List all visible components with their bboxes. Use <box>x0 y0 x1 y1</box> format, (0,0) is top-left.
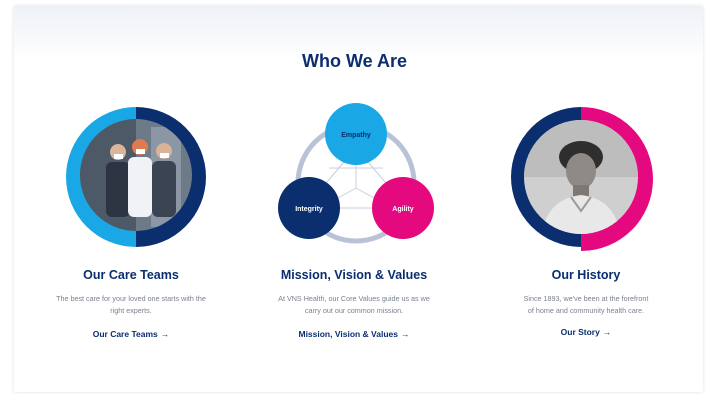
mission-link[interactable]: Mission, Vision & Values → <box>249 329 459 339</box>
integrity-value: Integrity <box>278 177 340 239</box>
mission-heading: Mission, Vision & Values <box>280 268 428 282</box>
history-description: Since 1893, we've been at the forefront … <box>523 294 649 315</box>
history-heading: Our History <box>551 268 621 282</box>
arrow-right-icon: → <box>401 329 410 339</box>
svg-text:Integrity: Integrity <box>295 206 323 213</box>
care-teams-image[interactable] <box>56 107 206 257</box>
section-title: Who We Are <box>301 51 407 71</box>
mission-description: At VNS Health, our Core Values guide us … <box>278 294 430 315</box>
svg-text:Agility: Agility <box>392 206 413 213</box>
agility-value: Agility <box>372 177 434 239</box>
care-teams-description: The best care for your loved one starts … <box>56 294 206 315</box>
arrow-right-icon: → <box>160 329 170 339</box>
empathy-value: Empathy <box>325 103 387 165</box>
svg-text:Empathy: Empathy <box>341 132 371 139</box>
care-teams-heading: Our Care Teams <box>83 268 179 282</box>
care-teams-link[interactable]: Our Care Teams → <box>26 329 236 339</box>
values-diagram: Empathy Integrity Agility <box>278 103 434 244</box>
arrow-right-icon: → <box>602 327 612 337</box>
history-image[interactable] <box>511 107 661 257</box>
history-link[interactable]: Our Story → <box>481 327 691 337</box>
